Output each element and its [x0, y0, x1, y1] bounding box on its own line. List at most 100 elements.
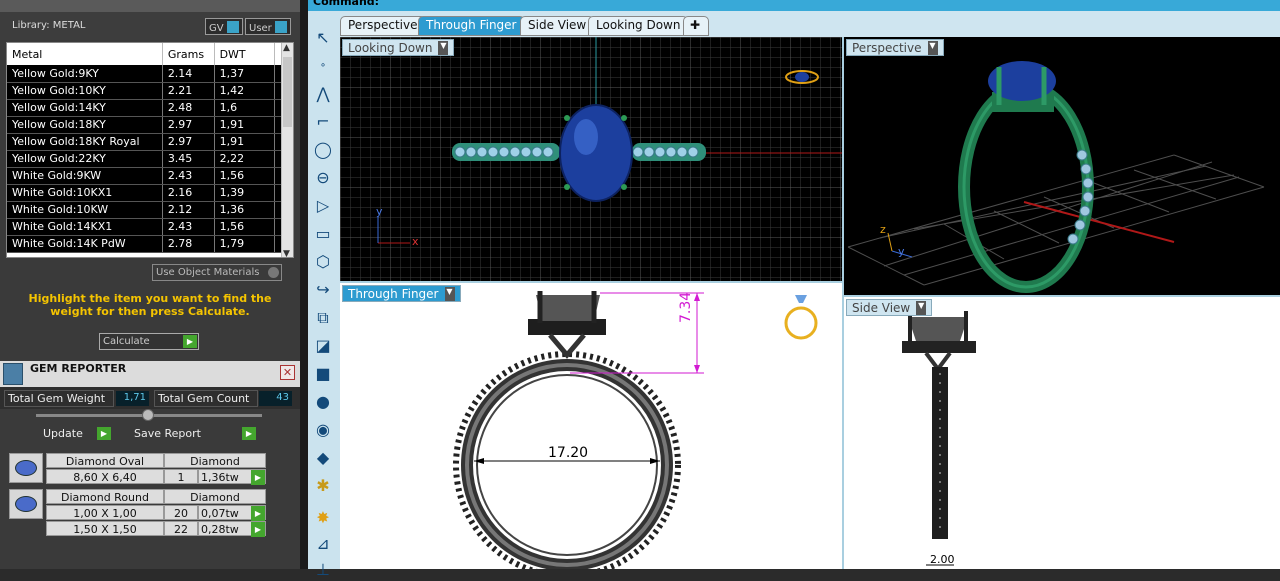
radio-icon	[268, 267, 279, 278]
use-object-materials-checkbox[interactable]: Use Object Materials	[152, 264, 282, 281]
sphere-icon[interactable]: ●	[312, 391, 334, 413]
box-icon[interactable]: ■	[312, 363, 334, 385]
gem-reporter-header: GEM REPORTER ✕	[0, 361, 300, 387]
arc-icon[interactable]: ▷	[312, 195, 334, 217]
metal-table: Metal Grams DWT Yellow Gold:9KY 2.14 1,37 …	[6, 42, 294, 258]
render-icon[interactable]: ✸	[312, 507, 334, 529]
gem-size: 8,60 X 6,40	[46, 469, 164, 484]
ring-tool-icon[interactable]: ◉	[312, 419, 334, 441]
table-row[interactable]: Yellow Gold:22KY 3.45 2,22	[7, 150, 286, 168]
viewport-looking-down[interactable]: x y Looking Down ▼	[340, 37, 842, 281]
gem-weight-cell[interactable]: 0,28tw ▶	[198, 521, 266, 537]
gem-slider[interactable]	[36, 409, 262, 421]
gem-stats: Total Gem Weight 1,71 Total Gem Count 43	[0, 387, 300, 409]
gem-material: Diamond	[164, 453, 266, 468]
polygon-icon[interactable]: ⬡	[312, 251, 334, 273]
viewport-side-view[interactable]: 2.00 Side View ▼	[844, 297, 1280, 569]
gem-material: Diamond	[164, 489, 266, 504]
curve-icon[interactable]: ↪	[312, 279, 334, 301]
column-header-metal[interactable]: Metal	[7, 43, 163, 65]
viewport-label-through-finger[interactable]: Through Finger ▼	[342, 285, 461, 302]
total-gem-weight-value: 1,71	[116, 391, 149, 406]
gv-toggle[interactable]: GV	[205, 18, 243, 35]
table-row[interactable]: Yellow Gold:18KY 2.97 1,91	[7, 116, 286, 134]
gem-tool-icon[interactable]: ◆	[312, 447, 334, 469]
workspace: Command: ↖ ∘ ⋀ ⌐ ◯ ⊖ ▷ ▭ ⬡ ↪ ⧉ ◪ ■ ● ◉ ◆…	[308, 0, 1280, 579]
gem-weight-cell[interactable]: 1,36tw ▶	[198, 469, 266, 485]
scroll-thumb[interactable]	[283, 57, 292, 127]
gem-count: 20	[164, 505, 198, 520]
viewport-through-finger[interactable]: 7.34 17.20 Through Finger ▼	[340, 283, 842, 569]
user-toggle[interactable]: User	[245, 18, 291, 35]
save-report-button[interactable]: Save Report ▶	[131, 426, 257, 443]
close-icon[interactable]: ✕	[280, 365, 295, 380]
play-icon: ▶	[251, 470, 265, 485]
add-tab-button[interactable]: ✚	[683, 16, 709, 36]
viewport-label-perspective[interactable]: Perspective ▼	[846, 39, 944, 56]
command-label: Command:	[313, 0, 380, 8]
surface-icon[interactable]: ◪	[312, 335, 334, 357]
table-row[interactable]: White Gold:10KW 2.12 1,36	[7, 201, 286, 219]
tool-palette: ↖ ∘ ⋀ ⌐ ◯ ⊖ ▷ ▭ ⬡ ↪ ⧉ ◪ ■ ● ◉ ◆ ✱ ✸ ⊿ ⊥	[308, 11, 340, 579]
gem-size: 1,50 X 1,50	[46, 521, 164, 536]
panel-splitter[interactable]	[300, 0, 308, 569]
library-bar: Library: METAL GV User	[0, 12, 300, 40]
table-row[interactable]: White Gold:10KX1 2.16 1,39	[7, 184, 286, 202]
gem-shape: Diamond Oval	[46, 453, 164, 468]
tab-side-view[interactable]: Side View	[520, 16, 595, 36]
control-points-icon[interactable]: ⌐	[312, 111, 334, 133]
gem-weight-cell[interactable]: 0,07tw ▶	[198, 505, 266, 521]
column-header-dwt[interactable]: DWT	[214, 43, 275, 65]
table-row[interactable]: White Gold:14K PdW 2.78 1,79	[7, 235, 286, 253]
dimension-width: 17.20	[548, 445, 589, 461]
circle-icon[interactable]: ◯	[312, 139, 334, 161]
rectangle-icon[interactable]: ▭	[312, 223, 334, 245]
measure-icon[interactable]: ⊿	[312, 533, 334, 555]
gem-shape: Diamond Round	[46, 489, 164, 504]
table-row[interactable]: Yellow Gold:18KY Royal 2.97 1,91	[7, 133, 286, 151]
axis-z-label: z	[880, 223, 886, 236]
play-icon: ▶	[242, 427, 256, 440]
table-row[interactable]: White Gold:9KW 2.43 1,56	[7, 167, 286, 185]
gem-count: 1	[164, 469, 198, 484]
column-header-grams[interactable]: Grams	[162, 43, 215, 65]
viewport-perspective[interactable]: y z Perspective ▼	[844, 37, 1280, 295]
tab-perspective[interactable]: Perspective	[340, 16, 426, 36]
slider-knob[interactable]	[142, 409, 154, 421]
table-row[interactable]: Yellow Gold:9KY 2.14 1,37	[7, 65, 286, 83]
command-bar: Command:	[308, 0, 1280, 11]
viewport-label-side-view[interactable]: Side View ▼	[846, 299, 933, 316]
polyline-icon[interactable]: ⋀	[312, 83, 334, 105]
chevron-down-icon[interactable]: ▼	[444, 287, 455, 301]
scroll-up-icon[interactable]: ▲	[283, 43, 290, 53]
gear-icon[interactable]: ✱	[312, 475, 334, 497]
viewport-label-looking-down[interactable]: Looking Down ▼	[342, 39, 455, 56]
dimension-width: 2.00	[930, 553, 955, 566]
chevron-down-icon[interactable]: ▼	[927, 41, 938, 55]
ellipse-icon[interactable]: ⊖	[312, 167, 334, 189]
play-icon: ▶	[251, 506, 265, 521]
point-icon[interactable]: ∘	[312, 55, 334, 77]
table-row[interactable]: Yellow Gold:14KY 2.48 1,6	[7, 99, 286, 117]
chevron-down-icon[interactable]: ▼	[438, 41, 449, 55]
select-arrow-icon[interactable]: ↖	[312, 27, 334, 49]
oval-gem-icon	[9, 453, 43, 483]
tab-through-finger[interactable]: Through Finger	[418, 16, 525, 36]
gem-reporter-icon	[3, 363, 23, 385]
gem-count: 22	[164, 521, 198, 536]
play-icon: ▶	[251, 522, 265, 537]
metal-table-header: Metal Grams DWT	[7, 43, 286, 65]
tab-looking-down[interactable]: Looking Down	[588, 16, 689, 36]
perspective-scene	[847, 61, 1265, 293]
chevron-down-icon[interactable]: ▼	[916, 301, 927, 315]
calculate-button[interactable]: Calculate ▶	[99, 333, 199, 350]
update-button[interactable]: Update ▶	[40, 426, 112, 443]
table-row[interactable]: Yellow Gold:10KY 2.21 1,42	[7, 82, 286, 100]
view-tabs: Perspective Through Finger Side View Loo…	[340, 11, 1280, 37]
scroll-down-icon[interactable]: ▼	[283, 249, 290, 257]
play-icon: ▶	[183, 335, 197, 348]
table-row[interactable]: White Gold:14KX1 2.43 1,56	[7, 218, 286, 236]
metal-table-scrollbar[interactable]: ▲ ▼	[281, 43, 293, 257]
dimension-icon[interactable]: ⊥	[312, 559, 334, 581]
transform-icon[interactable]: ⧉	[312, 307, 334, 329]
